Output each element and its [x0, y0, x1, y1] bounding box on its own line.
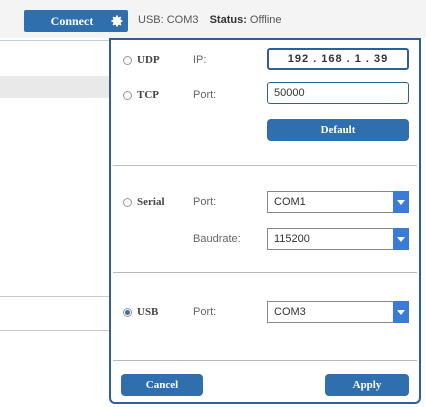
chevron-down-icon[interactable]	[393, 191, 409, 213]
ip-label: IP:	[193, 54, 207, 66]
usb-label: USB	[137, 306, 159, 318]
usb-port-text: USB: COM3	[138, 14, 199, 26]
status-value: Offline	[249, 14, 282, 26]
baudrate-value: 115200	[274, 233, 310, 245]
serial-port-select[interactable]: COM1	[267, 191, 409, 213]
section-divider	[113, 360, 417, 361]
background-row	[0, 76, 110, 98]
udp-label: UDP	[137, 54, 160, 66]
background-divider	[0, 330, 110, 331]
cancel-button[interactable]: Cancel	[121, 374, 203, 396]
usb-port-label: Port:	[193, 306, 217, 318]
serial-radio[interactable]	[123, 198, 132, 207]
connection-settings-panel: UDP IP: 192 . 168 . 1 . 39 TCP Port: 500…	[109, 38, 421, 404]
connection-status: USB: COM3 Status: Offline	[138, 14, 282, 26]
chevron-down-icon[interactable]	[393, 301, 409, 323]
serial-port-label: Port:	[193, 196, 217, 208]
usb-port-value: COM3	[274, 306, 306, 318]
gear-icon	[111, 15, 123, 27]
background-divider	[0, 296, 110, 297]
usb-radio[interactable]	[123, 308, 132, 317]
background-divider	[0, 40, 110, 41]
serial-label: Serial	[137, 196, 165, 208]
status-label: Status:	[209, 14, 247, 26]
udp-radio[interactable]	[123, 56, 132, 65]
apply-button[interactable]: Apply	[325, 374, 409, 396]
port-label: Port:	[193, 89, 217, 101]
chevron-down-icon[interactable]	[393, 228, 409, 250]
top-toolbar: Connect USB: COM3 Status: Offline	[0, 0, 426, 38]
default-button[interactable]: Default	[267, 119, 409, 141]
settings-button[interactable]	[106, 10, 128, 32]
serial-port-value: COM1	[274, 196, 306, 208]
port-field[interactable]: 50000	[267, 82, 409, 104]
baudrate-label: Baudrate:	[193, 233, 241, 245]
section-divider	[113, 272, 417, 273]
usb-port-select[interactable]: COM3	[267, 301, 409, 323]
ip-address-field[interactable]: 192 . 168 . 1 . 39	[267, 48, 409, 70]
tcp-radio[interactable]	[123, 91, 132, 100]
section-divider	[113, 165, 417, 166]
tcp-label: TCP	[137, 89, 159, 101]
baudrate-select[interactable]: 115200	[267, 228, 409, 250]
